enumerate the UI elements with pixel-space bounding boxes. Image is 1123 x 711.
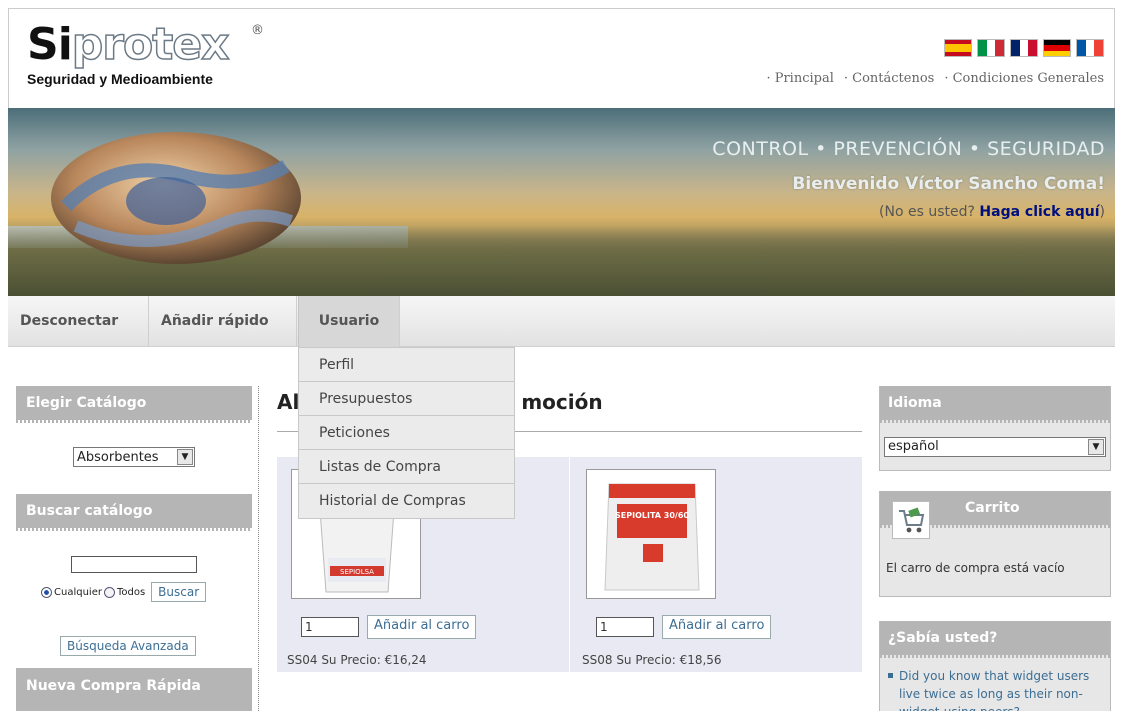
hero-banner: CONTROL • PREVENCIÓN • SEGURIDAD Bienven… — [8, 108, 1115, 296]
logo-wordmark: Siprotex — [27, 19, 230, 70]
dropdown-item-historial[interactable]: Historial de Compras — [299, 484, 514, 518]
sack-label: SEPIOLITA 30/60 — [615, 511, 689, 520]
search-heading: Buscar catálogo — [16, 494, 252, 531]
add-to-cart-button[interactable]: Añadir al carro — [367, 615, 477, 639]
left-sidebar: Elegir Catálogo Absorbentes ▼ Buscar cat… — [16, 386, 252, 711]
catalog-select[interactable]: Absorbentes ▼ — [73, 447, 195, 467]
radio-cualquier-label: Cualquier — [54, 586, 102, 598]
search-options: Cualquier Todos Buscar — [41, 582, 207, 602]
catalog-select-value: Absorbentes — [77, 449, 159, 465]
column-divider — [258, 386, 259, 711]
did-you-know-item: Did you know that widget users live twic… — [888, 667, 1104, 711]
main-menu: Desconectar Añadir rápido Usuario — [8, 296, 1115, 347]
dropdown-item-listas-compra[interactable]: Listas de Compra — [299, 450, 514, 484]
radio-todos-icon[interactable] — [103, 586, 115, 598]
fr-flag[interactable] — [1076, 39, 1104, 57]
registered-mark: ® — [251, 23, 264, 38]
welcome-message: Bienvenido Víctor Sancho Coma! — [792, 174, 1105, 194]
did-you-know-heading: ¿Sabía usted? — [880, 621, 1110, 658]
advanced-search-button[interactable]: Búsqueda Avanzada — [60, 636, 196, 656]
menu-desconectar[interactable]: Desconectar — [8, 296, 149, 347]
hands-globe-image — [51, 132, 301, 264]
site-header: Siprotex ® Seguridad y Medioambiente · P… — [8, 8, 1115, 108]
de-flag[interactable] — [1043, 39, 1071, 57]
product-card: SEPIOLITA 30/60 1 Añadir al carro SS08 S… — [572, 457, 862, 672]
uk-flag[interactable] — [1010, 39, 1038, 57]
cart-heading-text: Carrito — [965, 500, 1020, 516]
language-box: Idioma español ▼ — [879, 386, 1111, 471]
banner-slogan: CONTROL • PREVENCIÓN • SEGURIDAD — [712, 138, 1105, 160]
new-purchase-heading: Nueva Compra Rápida — [16, 668, 252, 711]
search-input[interactable] — [71, 556, 197, 573]
close-paren: ) — [1099, 204, 1105, 220]
not-you-line: (No es usted? Haga click aquí) — [879, 204, 1105, 220]
cart-empty-text: El carro de compra está vacío — [886, 561, 1065, 575]
product-price: SS08 Su Precio: €18,56 — [582, 653, 722, 667]
search-button[interactable]: Buscar — [151, 582, 207, 602]
cart-icon[interactable] — [892, 501, 930, 539]
usuario-dropdown: Perfil Presupuestos Peticiones Listas de… — [298, 347, 515, 519]
language-select-wrap: español ▼ — [880, 420, 1110, 457]
es-flag[interactable] — [944, 39, 972, 57]
click-here-link[interactable]: Haga click aquí — [979, 204, 1099, 220]
link-condiciones[interactable]: · Condiciones Generales — [944, 71, 1104, 86]
product-image[interactable]: SEPIOLITA 30/60 — [586, 469, 716, 599]
search-panel: Cualquier Todos Buscar Búsqueda Avanzada — [16, 528, 252, 668]
chevron-down-icon: ▼ — [1088, 438, 1104, 455]
did-you-know-box: ¿Sabía usted? Did you know that widget u… — [879, 621, 1111, 711]
bullet-icon — [888, 673, 893, 678]
cart-box: Carrito El carro de compra está vacío — [879, 491, 1111, 597]
bucket-label: SEPIOLSA — [340, 568, 374, 576]
did-you-know-text: Did you know that widget users live twic… — [899, 669, 1090, 711]
it-flag[interactable] — [977, 39, 1005, 57]
not-you-text: (No es usted? — [879, 204, 975, 220]
logo-tagline: Seguridad y Medioambiente — [27, 71, 213, 87]
radio-cualquier-icon[interactable] — [41, 586, 52, 598]
language-heading: Idioma — [880, 386, 1110, 423]
dropdown-item-peticiones[interactable]: Peticiones — [299, 416, 514, 450]
language-select-value: español — [888, 439, 939, 454]
logo[interactable]: Siprotex ® Seguridad y Medioambiente — [27, 19, 264, 87]
top-links: · Principal · Contáctenos · Condiciones … — [766, 71, 1104, 86]
product-price: SS04 Su Precio: €16,24 — [287, 653, 427, 667]
add-to-cart-button[interactable]: Añadir al carro — [662, 615, 772, 639]
language-select[interactable]: español ▼ — [884, 436, 1106, 457]
product-separator — [569, 457, 570, 672]
page-title-start: Al — [277, 390, 300, 414]
link-contactenos[interactable]: · Contáctenos — [844, 71, 934, 86]
catalog-heading: Elegir Catálogo — [16, 386, 252, 423]
quantity-input[interactable]: 1 — [596, 617, 654, 637]
right-sidebar: Idioma español ▼ Carrito El carro de com… — [879, 386, 1111, 711]
new-purchase-heading-text: Nueva Compra Rápida — [26, 678, 201, 694]
menu-anadir-rapido[interactable]: Añadir rápido — [149, 296, 297, 347]
dropdown-item-presupuestos[interactable]: Presupuestos — [299, 382, 514, 416]
language-flags — [944, 39, 1104, 57]
link-principal[interactable]: · Principal — [766, 71, 833, 86]
sack-image: SEPIOLITA 30/60 — [587, 470, 715, 598]
menu-usuario[interactable]: Usuario — [298, 296, 400, 347]
dropdown-item-perfil[interactable]: Perfil — [299, 348, 514, 382]
quantity-input[interactable]: 1 — [301, 617, 359, 637]
radio-todos-label: Todos — [116, 586, 146, 598]
page-title-end: moción — [521, 390, 603, 414]
chevron-down-icon: ▼ — [177, 449, 193, 465]
catalog-select-wrap: Absorbentes ▼ — [16, 420, 252, 494]
